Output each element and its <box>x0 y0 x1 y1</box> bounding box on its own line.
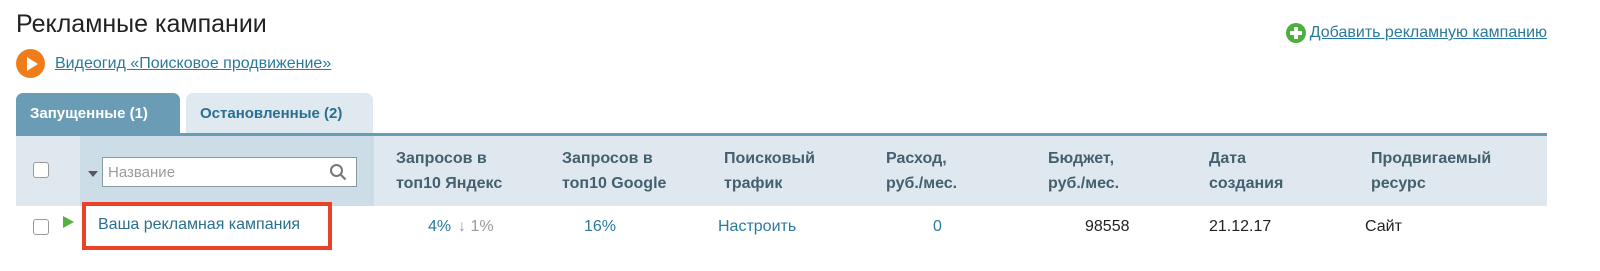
yandex-top10-change: ↓ 1% <box>458 218 494 235</box>
video-guide[interactable]: Видеогид «Поисковое продвижение» <box>16 49 331 78</box>
row-checkbox[interactable] <box>33 219 49 235</box>
sort-down-icon[interactable] <box>88 171 98 177</box>
name-search-input[interactable] <box>103 158 318 186</box>
tab-stopped[interactable]: Остановленные (2) <box>186 93 373 134</box>
created-date: 21.12.17 <box>1209 218 1272 235</box>
promoted-resource: Сайт <box>1365 218 1402 235</box>
add-campaign[interactable]: Добавить рекламную кампанию <box>1285 23 1547 43</box>
page-title: Рекламные кампании <box>16 10 267 38</box>
col-header-created: Дата создания <box>1209 150 1284 192</box>
yandex-top10-value[interactable]: 4% <box>428 218 451 236</box>
name-column-header <box>80 136 374 206</box>
campaign-name-link[interactable]: Ваша рекламная кампания <box>98 216 300 234</box>
col-header-traffic: Поисковый трафик <box>724 150 815 192</box>
add-campaign-link[interactable]: Добавить рекламную кампанию <box>1310 24 1547 42</box>
plus-icon[interactable] <box>1285 23 1306 43</box>
col-header-google: Запросов в топ10 Google <box>562 150 667 192</box>
google-top10-value[interactable]: 16% <box>584 218 616 236</box>
budget-value: 98558 <box>1085 218 1130 235</box>
table-header: Запросов втоп10 Яндекс Запросов втоп10 G… <box>16 136 1547 206</box>
running-status-icon <box>63 216 74 228</box>
col-header-budget: Бюджет, руб./мес. <box>1048 150 1120 192</box>
search-icon[interactable] <box>329 163 347 181</box>
traffic-setup-link[interactable]: Настроить <box>718 218 796 236</box>
name-search-field[interactable] <box>102 157 357 187</box>
video-guide-link[interactable]: Видеогид «Поисковое продвижение» <box>55 55 331 73</box>
play-icon[interactable] <box>16 49 45 78</box>
spend-value[interactable]: 0 <box>933 218 942 236</box>
col-header-spend: Расход, руб./мес. <box>886 150 958 192</box>
col-header-resource: Продвигаемый ресурс <box>1371 150 1492 192</box>
table-row: Ваша рекламная кампания 4% ↓ 1% 16% Наст… <box>16 202 1547 251</box>
col-header-yandex: Запросов в топ10 Яндекс <box>396 150 503 192</box>
campaign-tabs: Запущенные (1) Остановленные (2) <box>16 93 379 134</box>
tab-running[interactable]: Запущенные (1) <box>16 93 180 134</box>
select-all-checkbox[interactable] <box>33 162 49 178</box>
